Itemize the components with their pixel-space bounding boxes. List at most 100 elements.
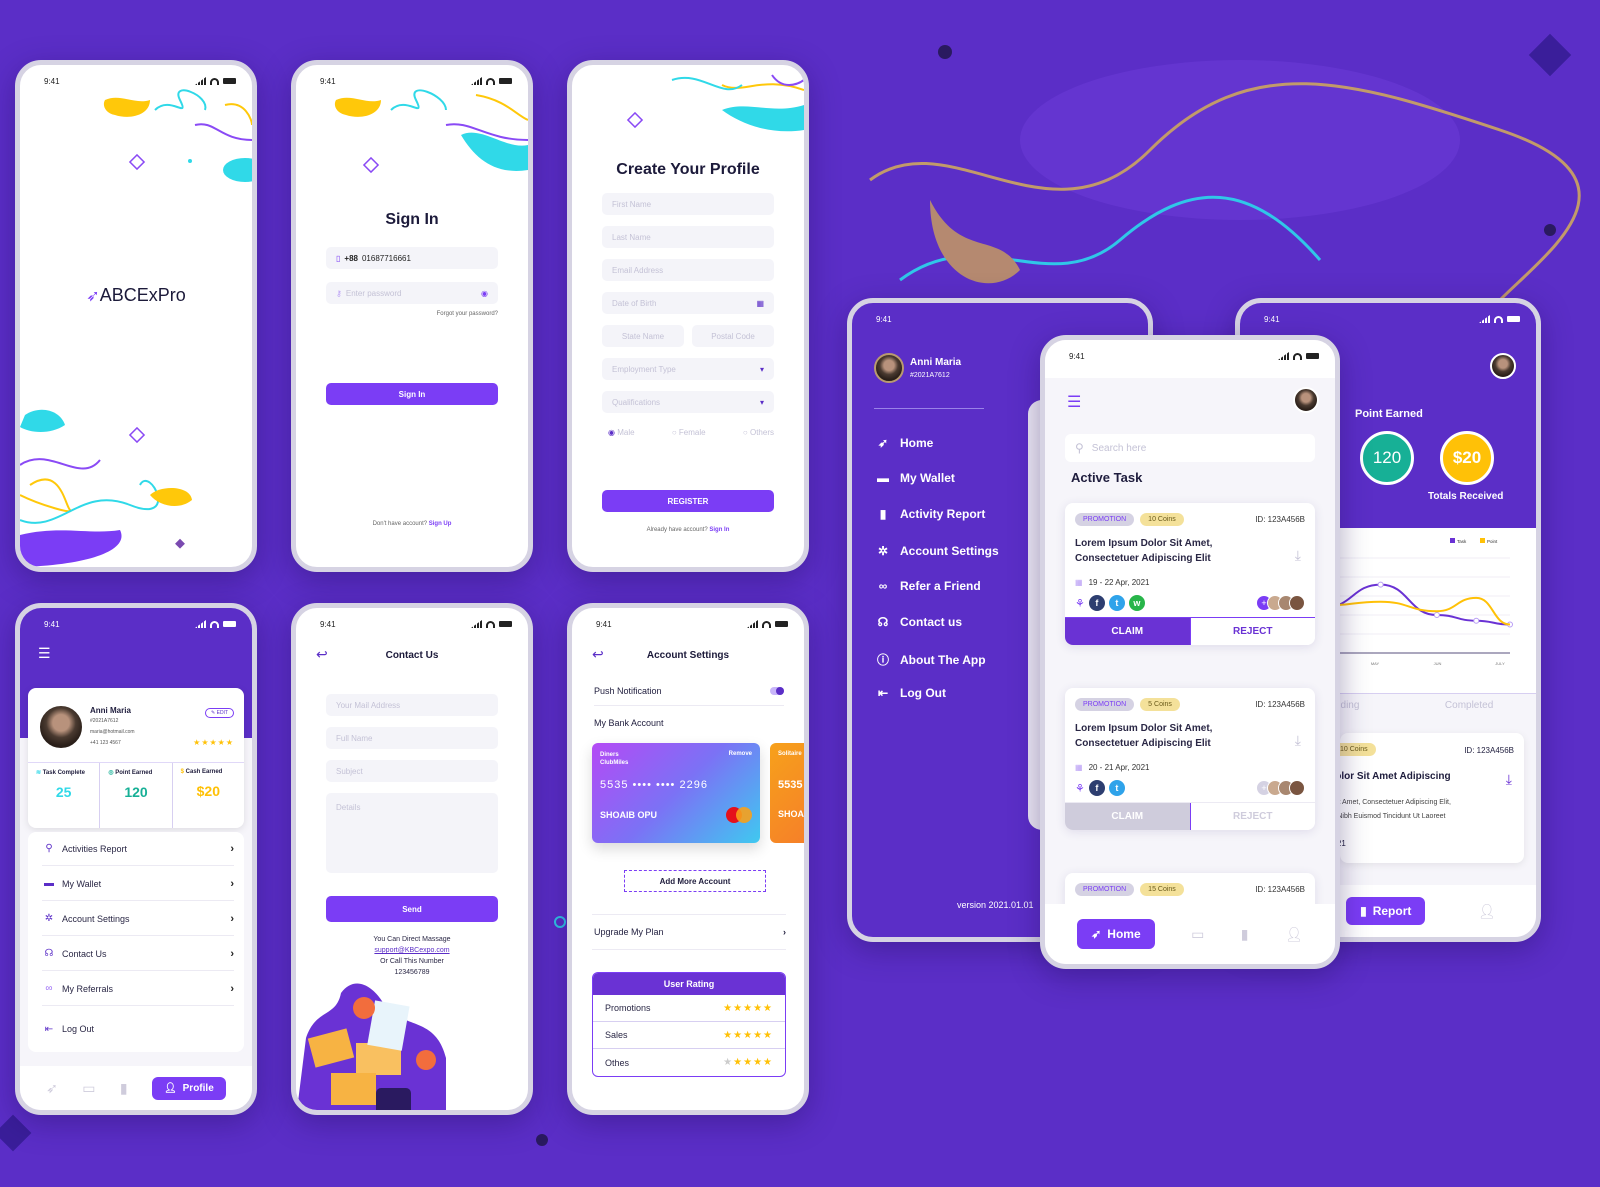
reject-button[interactable]: REJECT: [1189, 803, 1315, 830]
avatar[interactable]: [1490, 353, 1516, 379]
radio-male[interactable]: ◉ Male: [608, 428, 635, 437]
drawer-item-activity-report[interactable]: ▮ Activity Report: [874, 507, 986, 521]
forgot-password-link[interactable]: Forgot your password?: [437, 311, 498, 317]
signin-prompt: Already have account? Sign In: [646, 527, 730, 533]
rating-stars: ★★★★★: [723, 1029, 773, 1041]
nav-home-feather-icon[interactable]: ➶: [46, 1080, 58, 1097]
chevron-down-icon: ▾: [759, 364, 764, 374]
add-more-account-button[interactable]: Add More Account: [624, 870, 766, 892]
legend-label: Point: [1487, 539, 1498, 544]
sign-in-button[interactable]: Sign In: [326, 383, 498, 405]
avatar[interactable]: [1293, 387, 1319, 413]
edit-button[interactable]: ✎ EDIT: [205, 708, 234, 718]
calendar-icon[interactable]: ▦: [756, 299, 764, 308]
stats-row: ≋ Task Complete 25 ◎ Point Earned 120 $ …: [28, 762, 244, 828]
status-bar: 9:41: [320, 618, 512, 630]
drawer-item-refer-friend[interactable]: ∞ Refer a Friend: [874, 579, 981, 593]
dob-input[interactable]: Date of Birth ▦: [602, 292, 774, 314]
nav-home-button[interactable]: ➶ Home: [1077, 919, 1155, 949]
claim-button[interactable]: CLAIM: [1065, 803, 1190, 830]
wifi-icon: [1494, 315, 1503, 323]
hamburger-menu-icon[interactable]: ☰: [38, 646, 54, 660]
first-name-input[interactable]: First Name: [602, 193, 774, 215]
employment-type-select[interactable]: Employment Type ▾: [602, 358, 774, 380]
eye-off-icon[interactable]: ◉: [481, 289, 488, 298]
remove-card-link[interactable]: Remove: [729, 751, 752, 767]
feather-icon: ➶: [877, 436, 889, 450]
person-star-icon: ⚲: [45, 843, 53, 854]
push-notification-row: Push Notification: [594, 676, 784, 706]
claim-button[interactable]: CLAIM: [1065, 618, 1190, 645]
menu-log-out[interactable]: ⇤ Log Out: [42, 1012, 234, 1046]
drawer-item-log-out[interactable]: ⇤ Log Out: [874, 686, 946, 700]
nav-profile-icon[interactable]: 👤︎: [1285, 926, 1303, 943]
download-icon[interactable]: ⤓: [1295, 547, 1301, 564]
nav-bookmark-icon[interactable]: ▮: [1241, 926, 1249, 943]
sign-up-link[interactable]: Sign Up: [429, 521, 452, 527]
mail-address-input[interactable]: Your Mail Address: [326, 694, 498, 716]
user-id: #2021A7612: [90, 718, 119, 724]
share-network-icon[interactable]: ⚘: [1075, 597, 1085, 610]
app-version: version 2021.01.01: [957, 900, 1034, 910]
menu-my-referrals[interactable]: ∞ My Referrals ›: [42, 972, 234, 1006]
tab-completed[interactable]: Completed: [1445, 694, 1493, 717]
twitter-icon[interactable]: t: [1108, 595, 1125, 611]
drawer-item-contact-us[interactable]: ☊ Contact us: [874, 615, 962, 629]
details-textarea[interactable]: Details: [326, 793, 498, 873]
password-input[interactable]: ⚷ Enter password ◉: [326, 282, 498, 304]
x-tick-label: MAY: [1371, 661, 1380, 666]
menu-my-wallet[interactable]: ▬ My Wallet ›: [42, 867, 234, 901]
last-name-input[interactable]: Last Name: [602, 226, 774, 248]
chevron-right-icon: ›: [230, 877, 234, 890]
drawer-item-about[interactable]: ⓘ About The App: [874, 651, 986, 668]
nav-wallet-icon[interactable]: ▭: [1191, 926, 1204, 943]
download-icon[interactable]: ⤓: [1506, 771, 1512, 788]
support-email-link[interactable]: support@KBCexpo.com: [296, 945, 528, 956]
upgrade-plan-row[interactable]: Upgrade My Plan ›: [592, 914, 786, 950]
battery-icon: [775, 621, 788, 627]
menu-account-settings[interactable]: ✲ Account Settings ›: [42, 902, 234, 936]
reject-button[interactable]: REJECT: [1189, 618, 1315, 645]
qualifications-select[interactable]: Qualifications ▾: [602, 391, 774, 413]
bank-card[interactable]: Diners ClubMiles Remove 5535 •••• •••• 22…: [592, 743, 760, 843]
signup-prompt: Don't have account? Sign Up: [372, 521, 452, 527]
whatsapp-icon[interactable]: w: [1128, 595, 1145, 611]
subject-input[interactable]: Subject: [326, 760, 498, 782]
send-button[interactable]: Send: [326, 896, 498, 922]
bookmark-icon: ▮: [1360, 904, 1367, 918]
nav-profile-button[interactable]: 👤︎ Profile: [151, 1076, 226, 1100]
signal-icon: [1479, 315, 1490, 323]
email-input[interactable]: Email Address: [602, 259, 774, 281]
push-notification-toggle[interactable]: [770, 686, 784, 695]
facebook-icon[interactable]: f: [1088, 780, 1105, 796]
state-input[interactable]: State Name: [602, 325, 684, 347]
drawer-item-home[interactable]: ➶ Home: [874, 436, 933, 450]
radio-others[interactable]: ○ Others: [743, 428, 774, 437]
bank-card-2[interactable]: Solitaire 5535 SHOA: [770, 743, 804, 843]
nav-profile-icon[interactable]: 👤︎: [1478, 903, 1496, 920]
full-name-input[interactable]: Full Name: [326, 727, 498, 749]
download-icon[interactable]: ⤓: [1295, 732, 1301, 749]
nav-report-button[interactable]: ▮ Report: [1346, 897, 1426, 925]
twitter-icon[interactable]: t: [1108, 780, 1125, 796]
sign-in-link[interactable]: Sign In: [709, 527, 729, 533]
hamburger-menu-icon[interactable]: ☰: [1067, 392, 1081, 412]
logout-icon: ⇤: [877, 686, 889, 700]
facebook-icon[interactable]: f: [1088, 595, 1105, 611]
nav-wallet-icon[interactable]: ▭: [82, 1080, 95, 1097]
assignee-avatars: +: [1256, 595, 1305, 611]
nav-bookmark-icon[interactable]: ▮: [120, 1080, 128, 1097]
register-button[interactable]: REGISTER: [602, 490, 774, 512]
radio-female[interactable]: ○ Female: [672, 428, 706, 437]
drawer-item-my-wallet[interactable]: ▬ My Wallet: [874, 471, 955, 485]
search-input[interactable]: ⚲ Search here: [1065, 434, 1315, 462]
postal-code-input[interactable]: Postal Code: [692, 325, 774, 347]
menu-activities-report[interactable]: ⚲ Activities Report ›: [42, 832, 234, 866]
drawer-item-account-settings[interactable]: ✲ Account Settings: [874, 544, 999, 558]
phone-input[interactable]: ▯ +88 01687716661: [326, 247, 498, 269]
menu-contact-us[interactable]: ☊ Contact Us ›: [42, 937, 234, 971]
share-network-icon[interactable]: ⚘: [1075, 782, 1085, 795]
user-rating-table: User Rating Promotions ★★★★★ Sales ★★★★★ O…: [592, 972, 786, 1077]
avatar: [1289, 780, 1305, 796]
logout-icon: ⇤: [44, 1023, 54, 1035]
